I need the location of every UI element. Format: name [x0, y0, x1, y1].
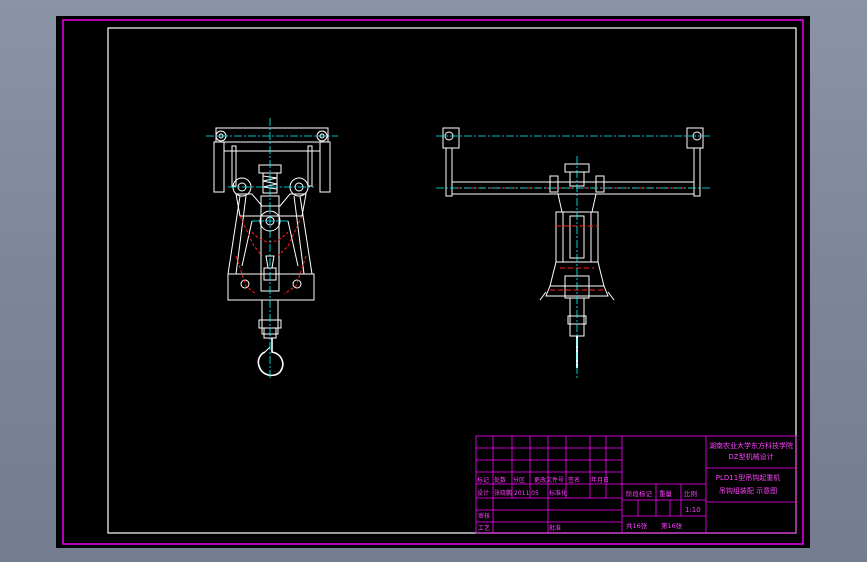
label-review: 审核 [478, 512, 490, 520]
drawing-title-line1: PLD11型吊钩起重机 [716, 473, 780, 482]
sheets-total: 共16张 [626, 521, 648, 530]
scale-value: 1:10 [685, 506, 701, 514]
label-standard: 标准化 [549, 489, 567, 497]
label-design: 设计 [477, 489, 489, 497]
label-scale: 比例 [684, 489, 697, 498]
right-view-side-elevation [442, 127, 704, 368]
outer-frame [62, 19, 804, 545]
sheet-number: 第16张 [661, 521, 683, 530]
label-stage-mark: 阶段标记 [626, 489, 653, 498]
cad-drawing: 湖南农业大学东方科技学院 DZ型机械设计 PLD11型吊钩起重机 吊钩组装配 示… [62, 19, 804, 545]
school-name: 湖南农业大学东方科技学院 [709, 441, 793, 450]
right-view-hidden-lines [456, 187, 692, 291]
label-count: 处数 [494, 476, 506, 484]
label-date: 年月日 [591, 476, 609, 484]
drawing-title-line2: 吊钩组装配 示意图 [719, 486, 777, 495]
cad-viewport[interactable]: 湖南农业大学东方科技学院 DZ型机械设计 PLD11型吊钩起重机 吊钩组装配 示… [56, 16, 810, 548]
label-approve: 批准 [549, 524, 561, 532]
label-zone: 分区 [513, 476, 525, 484]
label-weight: 重量 [659, 490, 673, 498]
title-block [475, 435, 797, 534]
design-date: 2011.05 [514, 490, 539, 497]
label-process: 工艺 [478, 524, 490, 532]
inner-frame [107, 27, 797, 534]
label-sign: 签名 [568, 476, 580, 484]
designer-name: 张晓鹏 [494, 489, 512, 497]
course-name: DZ型机械设计 [728, 452, 773, 461]
label-mark: 标记 [477, 476, 489, 484]
left-view-hook-assembly [213, 127, 331, 377]
label-change-doc: 更改文件号 [534, 476, 564, 484]
